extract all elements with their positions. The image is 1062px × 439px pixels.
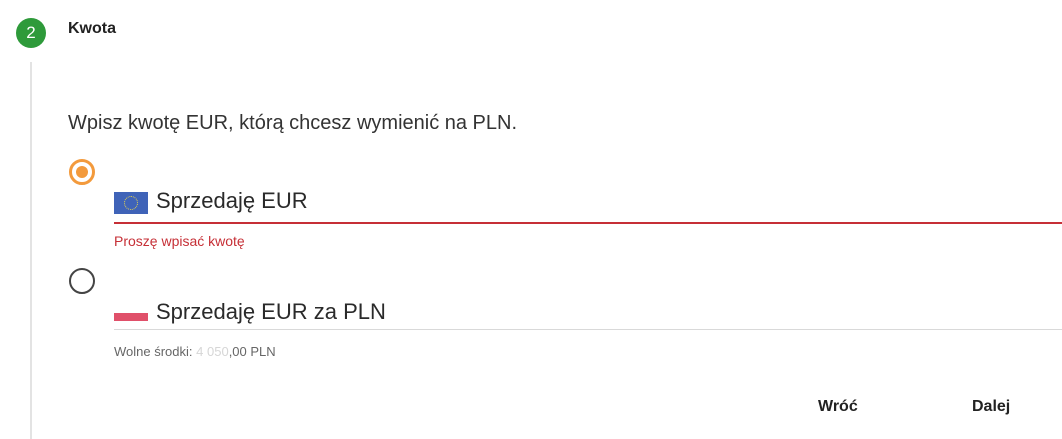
radio-selected-dot — [76, 166, 88, 178]
radio-sell-eur[interactable] — [69, 159, 95, 185]
amount-field-label: Sprzedaję EUR — [156, 188, 308, 213]
error-message: Proszę wpisać kwotę — [114, 233, 245, 249]
amount-field-sell-eur[interactable]: Sprzedaję EUR — [114, 184, 1062, 224]
step-number-badge: 2 — [16, 18, 46, 48]
available-funds-amount-masked: 4 050 — [196, 344, 229, 359]
available-funds: Wolne środki: 4 050,00 PLN — [114, 344, 276, 359]
available-funds-label: Wolne środki: — [114, 344, 193, 359]
radio-sell-eur-for-pln[interactable] — [69, 268, 95, 294]
amount-field-sell-eur-for-pln[interactable]: Sprzedaję EUR za PLN — [114, 295, 1062, 330]
available-funds-suffix: ,00 PLN — [228, 344, 276, 359]
eu-flag-icon — [114, 192, 148, 214]
amount-field-label: Sprzedaję EUR za PLN — [156, 299, 386, 324]
pl-flag-icon — [114, 313, 148, 321]
instruction-text: Wpisz kwotę EUR, którą chcesz wymienić n… — [68, 112, 518, 134]
step-connector-line — [30, 62, 32, 439]
step-title: Kwota — [68, 20, 116, 37]
next-button[interactable]: Dalej — [972, 398, 1010, 416]
back-button[interactable]: Wróć — [818, 398, 858, 416]
